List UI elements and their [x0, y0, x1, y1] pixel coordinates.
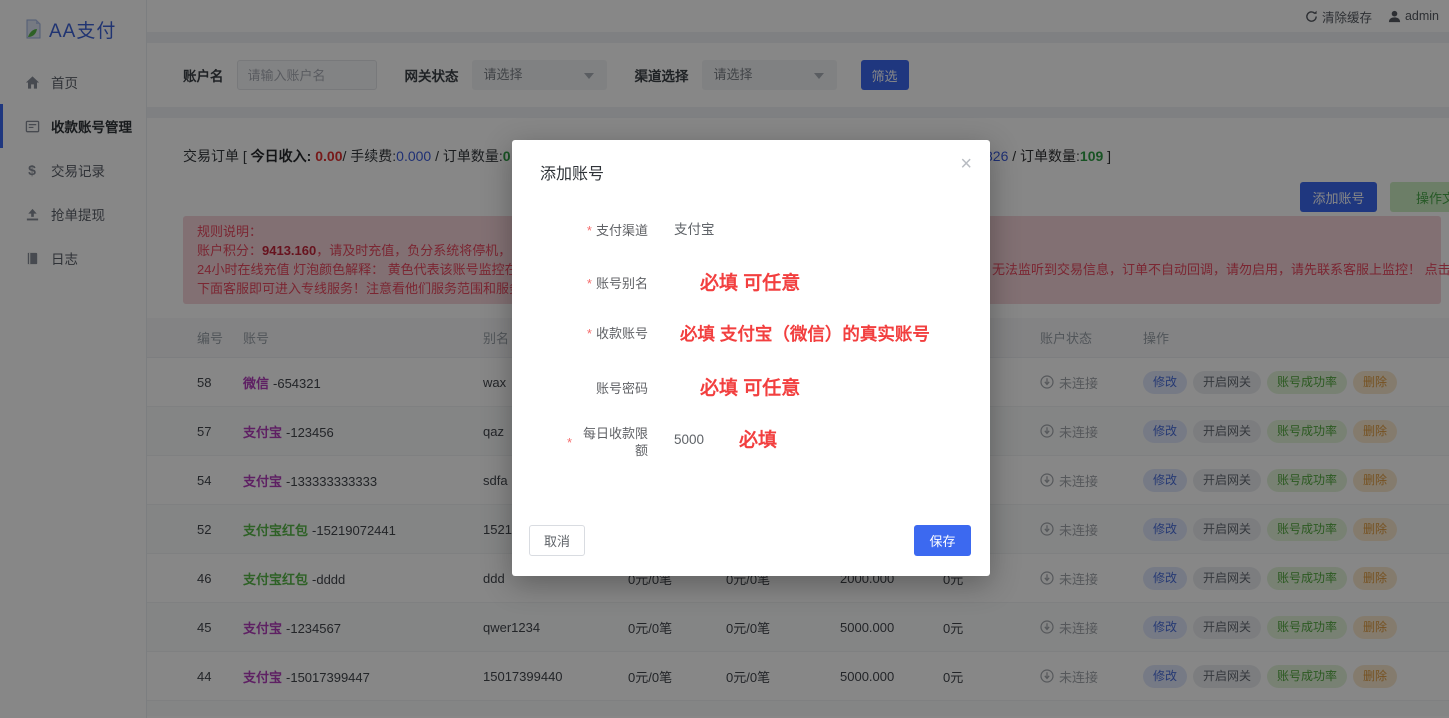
account-password-label: 账号密码 [596, 380, 648, 397]
field-pay-channel: * 支付渠道 支付宝 [512, 215, 990, 245]
annotation-password-required: 必填 可任意 [700, 375, 800, 403]
receive-account-label: 收款账号 [596, 325, 648, 342]
required-mark: * [587, 223, 592, 238]
field-account-alias: *账号别名 必填 可任意 [512, 268, 990, 298]
annotation-real-account: 必填 支付宝（微信）的真实账号 [680, 320, 930, 348]
modal-title: 添加账号 [540, 160, 604, 184]
app-window: AA支付 首页 收款账号管理 $ 交易记录 [0, 0, 1449, 718]
pay-channel-value: 支付宝 [674, 215, 715, 245]
field-account-password: 账号密码 必填 可任意 [512, 373, 990, 403]
save-button[interactable]: 保存 [914, 525, 971, 556]
annotation-limit-required: 必填 [739, 427, 777, 455]
annotation-alias-required: 必填 可任意 [700, 270, 800, 298]
cancel-button[interactable]: 取消 [529, 525, 585, 556]
field-daily-limit: *每日收款限额 5000 必填 [512, 425, 990, 459]
field-receive-account: *收款账号 必填 支付宝（微信）的真实账号 [512, 318, 990, 348]
daily-limit-label: 每日收款限额 [576, 425, 648, 459]
pay-channel-label: 支付渠道 [596, 222, 648, 239]
account-alias-label: 账号别名 [596, 275, 648, 292]
add-account-modal: 添加账号 × * 支付渠道 支付宝 *账号别名 必填 可任意 *收款账号 必填 支… [512, 140, 990, 576]
close-icon[interactable]: × [960, 154, 972, 174]
daily-limit-value: 5000 [674, 425, 704, 455]
